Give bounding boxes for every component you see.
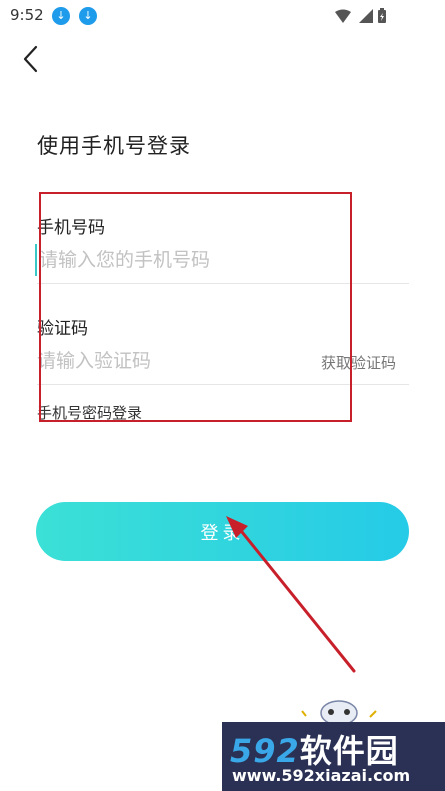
watermark-logo: 592软件园 www.592xiazai.com xyxy=(222,722,445,791)
watermark-url: www.592xiazai.com xyxy=(232,766,411,785)
annotation-arrow-icon xyxy=(226,516,356,673)
